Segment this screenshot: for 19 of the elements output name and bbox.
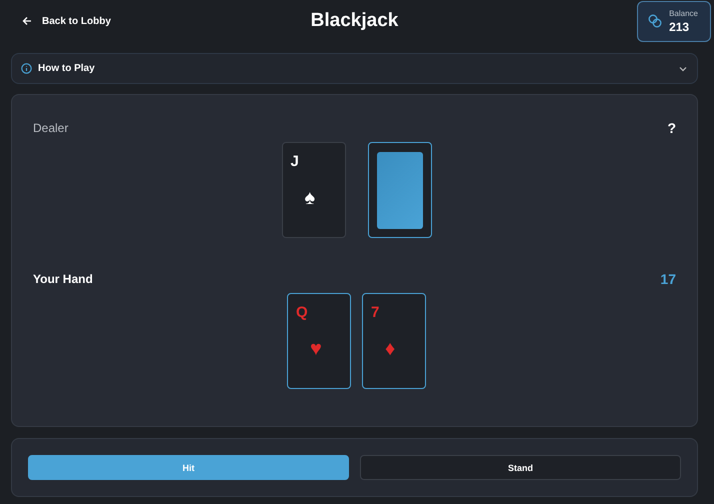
stand-button[interactable]: Stand — [360, 455, 681, 480]
suit-icon: ♦ — [385, 338, 396, 361]
back-arrow-icon — [22, 16, 32, 26]
balance-value: 213 — [669, 20, 690, 34]
back-link[interactable]: Back to Lobby — [22, 16, 111, 26]
suit-icon: ♥ — [310, 338, 322, 361]
coins-icon — [648, 14, 662, 28]
card-rank: J — [290, 153, 299, 170]
hand-score: ? — [667, 120, 676, 136]
info-icon — [21, 63, 32, 74]
page-title: Blackjack — [310, 10, 398, 32]
how-to-play-bar[interactable]: How to Play — [11, 53, 698, 84]
hand-score: 17 — [660, 271, 676, 287]
hand-label: Dealer — [33, 121, 68, 135]
hand-label: Your Hand — [33, 272, 93, 286]
balance-label: Balance — [669, 8, 698, 18]
suit-icon: ♠ — [304, 187, 316, 210]
card-rank: Q — [296, 304, 308, 321]
card-rank: 7 — [371, 304, 380, 321]
